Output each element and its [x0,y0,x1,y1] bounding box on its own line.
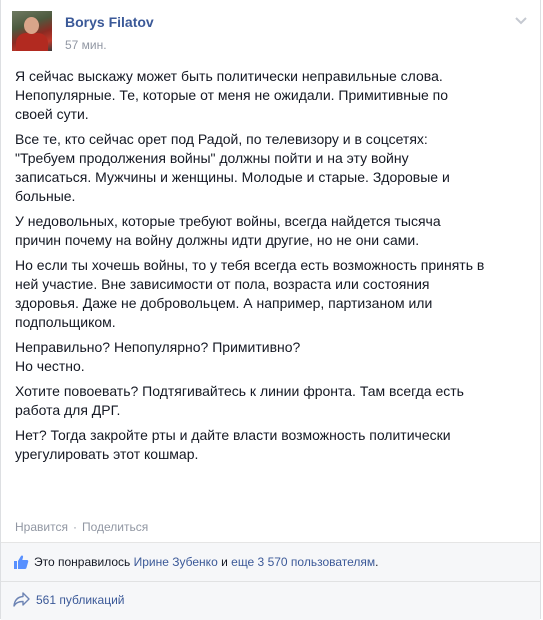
thumbs-up-icon [14,555,29,569]
action-separator: · [72,520,77,534]
shares-summary: 561 публикаций [1,582,540,620]
post-timestamp[interactable]: 57 мин. [65,38,107,52]
post-paragraph: Все те, кто сейчас орет под Радой, по те… [15,131,450,204]
post-body: Я сейчас выскажу может быть политически … [15,67,527,470]
post-paragraph: У недовольных, которые требуют войны, вс… [15,213,441,248]
feedback-panel: Это понравилось Ирине Зубенко и еще 3 57… [1,542,540,620]
post-actions: Нравится · Поделиться [15,520,148,534]
post-paragraph: Неправильно? Непопулярно? Примитивно? Но… [15,339,301,374]
post-paragraph: Хотите повоевать? Подтягивайтесь к линии… [15,383,464,418]
likes-summary: Это понравилось Ирине Зубенко и еще 3 57… [1,543,540,582]
share-link[interactable]: Поделиться [82,520,148,534]
shares-count-link[interactable]: 561 публикаций [36,593,125,607]
avatar-face [24,17,39,34]
like-link[interactable]: Нравится [15,520,68,534]
post-paragraph: Нет? Тогда закройте рты и дайте власти в… [15,427,451,462]
likes-suffix: . [375,555,379,569]
post-header: Borys Filatov 57 мин. [1,0,540,70]
post-paragraph: Я сейчас выскажу может быть политически … [15,68,449,122]
avatar[interactable] [12,11,52,51]
author-name[interactable]: Borys Filatov [65,14,154,30]
likes-text: Это понравилось Ирине Зубенко и еще 3 57… [34,555,379,569]
chevron-down-icon[interactable] [514,14,528,28]
post-card: Borys Filatov 57 мин. Я сейчас выскажу м… [0,0,541,620]
likes-prefix: Это понравилось [34,555,131,569]
liker-name-link[interactable]: Ирине Зубенко [134,555,218,569]
other-likers-link[interactable]: еще 3 570 пользователям [231,555,375,569]
avatar-shirt [16,33,48,51]
share-arrow-icon [13,592,30,607]
likes-conj: и [221,555,228,569]
post-paragraph: Но если ты хочешь войны, то у тебя всегд… [15,257,485,330]
